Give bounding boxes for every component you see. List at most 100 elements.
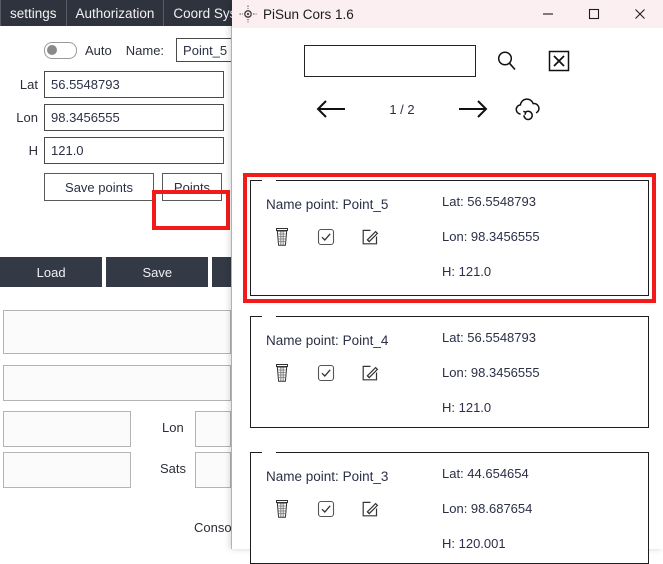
edit-pencil-icon <box>360 499 380 519</box>
point-lon: Lon: 98.3456555 <box>442 365 540 380</box>
delete-point-button[interactable] <box>263 357 301 389</box>
crosshair-icon <box>237 3 259 25</box>
delete-point-button[interactable] <box>263 493 301 525</box>
edit-point-button[interactable] <box>351 357 389 389</box>
cloud-sync-button[interactable] <box>500 88 556 130</box>
h-input[interactable]: 121.0 <box>44 137 224 164</box>
arrow-left-icon <box>315 97 349 121</box>
lon-label: Lon <box>16 110 38 125</box>
lat-input-value: 56.5548793 <box>51 77 120 92</box>
point-actions <box>263 493 389 525</box>
edit-pencil-icon <box>360 363 380 383</box>
save-points-label: Save points <box>65 179 133 195</box>
trash-icon <box>272 226 292 248</box>
point-card[interactable]: Name point: Point_5 Lat: 56.5548793 Lon:… <box>250 180 649 296</box>
pisun-title-label: PiSun Cors 1.6 <box>263 6 354 22</box>
sats-readout-label: Sats <box>160 461 187 476</box>
cloud-sync-icon <box>511 95 545 123</box>
search-toolbar <box>304 40 580 82</box>
checkbox-checked-icon <box>316 227 336 247</box>
point-name-value: Point_5 <box>342 197 389 212</box>
status-field-2[interactable] <box>3 452 131 488</box>
point-card[interactable]: Name point: Point_3 Lat: 44.654654 Lon: … <box>250 452 649 564</box>
lon-input-value: 98.3456555 <box>51 110 120 125</box>
close-button[interactable] <box>617 0 663 28</box>
minimize-button[interactable] <box>525 0 571 28</box>
point-name-value: Point_4 <box>342 333 389 348</box>
point-name-prefix: Name point: <box>266 197 339 212</box>
select-point-checkbox[interactable] <box>307 357 345 389</box>
prev-page-button[interactable] <box>304 88 360 130</box>
point-name-label: Name point: Point_5 <box>266 197 388 212</box>
status-field-1[interactable] <box>3 411 131 447</box>
point-actions <box>263 221 389 253</box>
edit-point-button[interactable] <box>351 221 389 253</box>
auto-toggle[interactable] <box>44 41 77 59</box>
clear-boxed-x-icon <box>546 48 572 74</box>
save-label: Save <box>142 264 173 280</box>
tab-authorization-label: Authorization <box>75 5 155 21</box>
pisun-title-bar[interactable]: PiSun Cors 1.6 <box>232 0 663 28</box>
output-textarea-1[interactable] <box>3 310 231 354</box>
search-input[interactable] <box>304 45 476 77</box>
lon-input[interactable]: 98.3456555 <box>44 104 224 131</box>
point-lat: Lat: 44.654654 <box>442 466 529 481</box>
name-label: Name: <box>125 42 165 58</box>
trash-icon <box>272 498 292 520</box>
name-input-value: Point_5 <box>183 42 228 58</box>
point-name-label: Name point: Point_4 <box>266 333 388 348</box>
edit-pencil-icon <box>360 227 380 247</box>
pisun-content-area: 1 / 2 Name point: Point_5 Lat: 56.554879… <box>232 28 663 564</box>
extra-action-button[interactable] <box>212 257 232 287</box>
clear-search-button[interactable] <box>538 40 580 82</box>
select-point-checkbox[interactable] <box>307 221 345 253</box>
tab-settings[interactable]: settings <box>0 0 67 26</box>
point-coordinates: Lat: 56.5548793 Lon: 98.3456555 H: 121.0 <box>442 195 632 278</box>
point-name-value: Point_3 <box>342 469 389 484</box>
point-h: H: 120.001 <box>442 536 506 551</box>
trash-icon <box>272 362 292 384</box>
lat-field-row: Lat 56.5548793 <box>10 71 224 98</box>
delete-point-button[interactable] <box>263 221 301 253</box>
tab-bar: settings Authorization Coord System <box>0 0 269 26</box>
output-textarea-2[interactable] <box>3 365 231 401</box>
lat-label: Lat <box>19 77 38 92</box>
sats-readout-field[interactable] <box>195 452 231 488</box>
load-button[interactable]: Load <box>0 257 103 287</box>
point-card[interactable]: Name point: Point_4 Lat: 56.5548793 Lon:… <box>250 316 649 428</box>
h-label: H <box>28 143 38 158</box>
next-page-button[interactable] <box>444 88 500 130</box>
load-label: Load <box>36 264 66 280</box>
point-name-prefix: Name point: <box>266 333 339 348</box>
card-border-notch <box>262 452 276 454</box>
search-button[interactable] <box>486 40 528 82</box>
point-coordinates: Lat: 44.654654 Lon: 98.687654 H: 120.001 <box>442 467 632 550</box>
checkbox-checked-icon <box>316 499 336 519</box>
point-lat: Lat: 56.5548793 <box>442 194 536 209</box>
checkbox-checked-icon <box>316 363 336 383</box>
file-actions-bar: Load Save <box>0 257 232 287</box>
points-button-highlight <box>152 190 230 230</box>
pisun-cors-window: PiSun Cors 1.6 1 / 2 Name point: Point_5… <box>232 0 663 564</box>
point-h: H: 121.0 <box>442 264 492 279</box>
console-label: Conso <box>194 520 232 535</box>
point-lon: Lon: 98.687654 <box>442 501 533 516</box>
card-border-notch <box>262 316 276 318</box>
save-button[interactable]: Save <box>106 257 209 287</box>
lon-readout-field[interactable] <box>195 411 231 447</box>
tab-settings-label: settings <box>10 5 57 21</box>
maximize-button[interactable] <box>571 0 617 28</box>
page-indicator: 1 / 2 <box>389 101 415 117</box>
edit-point-button[interactable] <box>351 493 389 525</box>
lat-input[interactable]: 56.5548793 <box>44 71 224 98</box>
tab-authorization[interactable]: Authorization <box>67 0 165 26</box>
select-point-checkbox[interactable] <box>307 493 345 525</box>
point-name-label: Name point: Point_3 <box>266 469 388 484</box>
point-lon: Lon: 98.3456555 <box>442 229 540 244</box>
auto-toggle-knob <box>47 44 57 55</box>
point-lat: Lat: 56.5548793 <box>442 330 536 345</box>
search-icon <box>494 48 520 74</box>
auto-label: Auto <box>85 42 112 58</box>
save-points-button[interactable]: Save points <box>44 173 154 201</box>
h-field-row: H 121.0 <box>10 137 224 164</box>
